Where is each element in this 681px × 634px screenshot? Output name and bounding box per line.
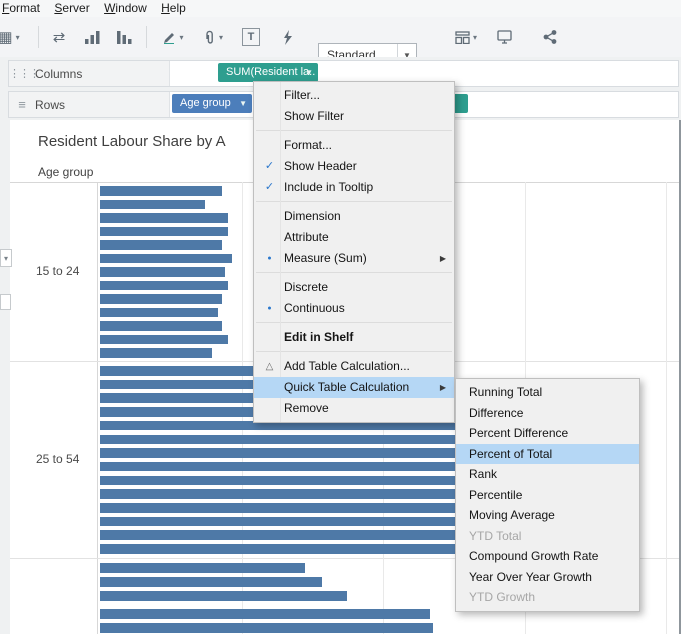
ctx-item-attribute[interactable]: Attribute [254, 227, 454, 248]
ctx-item-discrete[interactable]: Discrete [254, 277, 454, 298]
radio-selected-icon: ● [267, 255, 272, 262]
columns-shelf-text: Columns [35, 66, 83, 81]
menu-help[interactable]: Help [159, 0, 195, 15]
rows-shelf-text: Rows [35, 97, 66, 112]
fix-axes-icon[interactable] [274, 25, 300, 49]
menu-separator [256, 130, 452, 131]
show-mark-labels-icon[interactable]: T [238, 25, 264, 49]
swap-rows-columns-icon[interactable]: ⇄ [44, 25, 74, 49]
toolbar: ▦ ▾ ⇄ ▾ ▾ T Standard ▼ ▾ [0, 17, 681, 67]
sub-item-percentile[interactable]: Percentile [456, 485, 639, 506]
ctx-item-edit-in-shelf[interactable]: Edit in Shelf [254, 327, 454, 348]
chevron-down-icon: ▾ [179, 32, 184, 42]
row-field-header[interactable]: Age group [38, 165, 93, 179]
ctx-item-dimension[interactable]: Dimension [254, 206, 454, 227]
highlight-icon[interactable]: ▾ [156, 25, 190, 49]
rows-shelf-label: ≡ Rows [9, 92, 170, 117]
label-t-glyph: T [242, 28, 260, 46]
ctx-item-format[interactable]: Format... [254, 135, 454, 156]
chevron-down-icon[interactable]: ▼ [305, 63, 313, 82]
pill-context-menu: Filter... Show Filter Format... ✓ Show He… [253, 81, 455, 423]
columns-shelf-label: ⋮⋮⋮ Columns [9, 61, 170, 86]
submenu-arrow-icon: ▶ [439, 254, 446, 263]
menu-server[interactable]: Server [52, 0, 98, 15]
chevron-down-icon[interactable]: ▼ [239, 94, 247, 113]
new-worksheet-icon[interactable]: ▦ ▾ [0, 25, 26, 49]
check-icon: ✓ [264, 181, 275, 193]
menu-format[interactable]: Format [0, 0, 49, 15]
sub-item-rank[interactable]: Rank [456, 464, 639, 485]
collapsed-left-panel [0, 120, 10, 634]
ctx-item-remove[interactable]: Remove [254, 398, 454, 419]
ctx-item-continuous[interactable]: ● Continuous [254, 298, 454, 319]
sub-item-year-over-year-growth[interactable]: Year Over Year Growth [456, 567, 639, 588]
columns-pill-sum-resident[interactable]: SUM(Resident la.. ▼ [218, 63, 318, 82]
ctx-item-show-filter[interactable]: Show Filter [254, 106, 454, 127]
sub-item-percent-difference[interactable]: Percent Difference [456, 423, 639, 444]
sheet-title: Resident Labour Share by A [38, 133, 226, 150]
clipped-dropdown-fragment[interactable]: ▾ [0, 249, 12, 267]
ctx-item-show-header[interactable]: ✓ Show Header [254, 156, 454, 177]
check-icon: ✓ [264, 160, 275, 172]
radio-selected-icon: ● [267, 305, 272, 312]
sub-item-moving-average[interactable]: Moving Average [456, 505, 639, 526]
columns-grid-icon: ⋮⋮⋮ [9, 68, 40, 80]
sub-item-percent-of-total[interactable]: Percent of Total [456, 443, 639, 464]
share-workbook-icon[interactable] [536, 25, 564, 49]
ctx-item-add-table-calculation[interactable]: △ Add Table Calculation... [254, 356, 454, 377]
presentation-mode-icon[interactable] [490, 25, 518, 49]
show-hide-cards-icon[interactable]: ▾ [448, 25, 484, 49]
menu-separator [256, 201, 452, 202]
submenu-arrow-icon: ▶ [439, 383, 446, 392]
ctx-item-include-in-tooltip[interactable]: ✓ Include in Tooltip [254, 177, 454, 198]
group-members-icon[interactable]: ▾ [196, 25, 230, 49]
toolbar-separator [146, 26, 147, 48]
pill-label: Age group [180, 97, 231, 109]
axis-divider [97, 182, 98, 634]
ctx-item-measure-sum[interactable]: ● Measure (Sum) ▶ [254, 248, 454, 269]
row-label-25-to-54[interactable]: 25 to 54 [36, 452, 79, 466]
menu-separator [256, 272, 452, 273]
pill-label: SUM(Resident la.. [226, 66, 316, 78]
menu-separator [256, 322, 452, 323]
chevron-down-icon: ▾ [472, 32, 477, 42]
chevron-down-icon: ▾ [15, 32, 20, 42]
menu-separator [256, 351, 452, 352]
sub-item-ytd-total: YTD Total [469, 528, 522, 543]
sub-item-difference[interactable]: Difference [456, 403, 639, 424]
sub-item-running-total[interactable]: Running Total [456, 382, 639, 403]
table-calculation-delta-icon: △ [265, 361, 274, 372]
menu-bar: Format Server Window Help [0, 0, 681, 17]
toolbar-separator [38, 26, 39, 48]
sub-item-compound-growth-rate[interactable]: Compound Growth Rate [456, 546, 639, 567]
ctx-item-filter[interactable]: Filter... [254, 85, 454, 106]
sub-item-ytd-growth: YTD Growth [469, 590, 536, 604]
sort-ascending-icon[interactable] [78, 25, 106, 49]
quick-table-calculation-submenu: Running Total Difference Percent Differe… [455, 378, 640, 612]
clipped-control-fragment[interactable] [0, 294, 11, 310]
rows-lines-icon: ≡ [18, 97, 26, 112]
sort-descending-icon[interactable] [110, 25, 138, 49]
rows-pill-age-group[interactable]: Age group ▼ [172, 94, 252, 113]
ctx-item-quick-table-calculation[interactable]: Quick Table Calculation ▶ [254, 377, 454, 398]
row-label-15-to-24[interactable]: 15 to 24 [36, 264, 79, 278]
menu-window[interactable]: Window [102, 0, 156, 15]
chevron-down-icon: ▾ [218, 32, 223, 42]
tableau-window: Format Server Window Help ▦ ▾ ⇄ ▾ ▾ T Sta… [0, 0, 681, 634]
